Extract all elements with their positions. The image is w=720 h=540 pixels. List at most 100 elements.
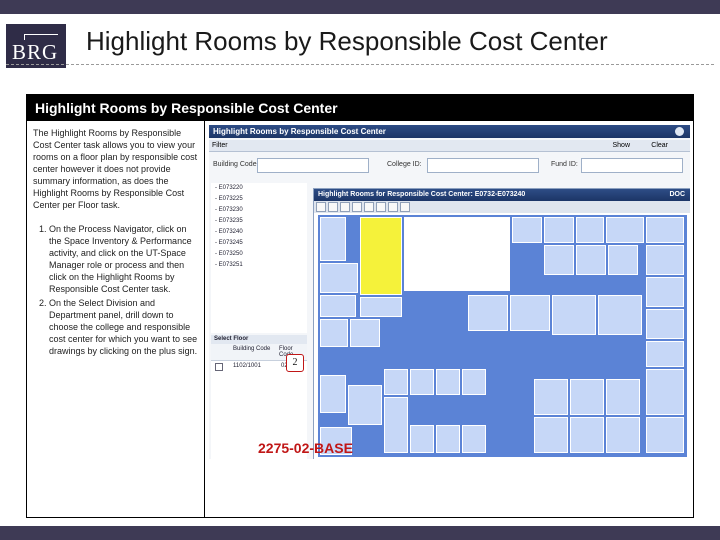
room[interactable]: [576, 217, 604, 243]
room[interactable]: [350, 319, 380, 347]
floor-plan-window: Highlight Rooms for Responsible Cost Cen…: [313, 188, 690, 459]
column-divider: [204, 121, 205, 517]
room[interactable]: [360, 297, 402, 317]
title-divider: [6, 64, 714, 65]
fit-icon[interactable]: [376, 202, 386, 212]
room[interactable]: [384, 369, 408, 395]
building-label: Building Code:: [213, 161, 259, 168]
room[interactable]: [534, 417, 568, 453]
room[interactable]: [462, 425, 486, 453]
drawing-toolbar: [314, 201, 690, 213]
help-icon[interactable]: [675, 127, 684, 136]
tree-item[interactable]: - E073225: [215, 194, 307, 205]
floor-row-building: 1102/1001: [233, 363, 261, 369]
room[interactable]: [606, 417, 640, 453]
slide-top-bar: [0, 0, 720, 14]
step-callout: 2: [286, 354, 304, 372]
filter-bar: Filter Show Clear: [209, 140, 690, 152]
room[interactable]: [510, 295, 550, 331]
room[interactable]: [436, 425, 460, 453]
row-checkbox[interactable]: [215, 363, 223, 371]
layers-icon[interactable]: [400, 202, 410, 212]
room[interactable]: [544, 217, 574, 243]
tree-item[interactable]: - E073230: [215, 205, 307, 216]
floor-plan-title: Highlight Rooms for Responsible Cost Cen…: [318, 191, 526, 198]
app-screenshot: Highlight Rooms by Responsible Cost Cent…: [209, 125, 690, 459]
tree-item[interactable]: - E073240: [215, 227, 307, 238]
tree-item[interactable]: - E073250: [215, 249, 307, 260]
floor-plan-drawing: [318, 215, 687, 457]
room[interactable]: [646, 417, 684, 453]
app-title: Highlight Rooms by Responsible Cost Cent…: [213, 127, 386, 136]
show-button[interactable]: Show: [612, 140, 630, 152]
room[interactable]: [320, 263, 358, 293]
filter-fields: Building Code: College ID: Fund ID:: [211, 158, 688, 173]
room[interactable]: [320, 319, 348, 347]
room[interactable]: [646, 277, 684, 307]
zoom-window-icon[interactable]: [352, 202, 362, 212]
select-floor-label: Select Floor: [211, 335, 307, 344]
college-field[interactable]: [427, 158, 539, 173]
drawing-name: 2275-02-BASE: [258, 440, 353, 456]
instructions: The Highlight Rooms by Responsible Cost …: [33, 127, 199, 359]
room[interactable]: [320, 375, 346, 413]
room[interactable]: [384, 397, 408, 453]
room[interactable]: [320, 217, 346, 261]
cost-center-tree: - E073220 - E073225 - E073230 - E073235 …: [211, 183, 307, 333]
content-frame: Highlight Rooms by Responsible Cost Cent…: [26, 94, 694, 518]
room[interactable]: [646, 341, 684, 367]
room[interactable]: [348, 385, 382, 425]
college-label: College ID:: [387, 161, 422, 168]
slide-title: Highlight Rooms by Responsible Cost Cent…: [86, 26, 608, 56]
corridor: [404, 217, 510, 291]
room[interactable]: [598, 295, 642, 335]
room[interactable]: [646, 245, 684, 275]
intro-text: The Highlight Rooms by Responsible Cost …: [33, 128, 198, 210]
room[interactable]: [534, 379, 568, 415]
room-highlighted[interactable]: [360, 217, 402, 295]
room[interactable]: [462, 369, 486, 395]
panel-heading: Highlight Rooms by Responsible Cost Cent…: [27, 95, 693, 121]
filter-label: Filter: [212, 142, 228, 149]
room[interactable]: [468, 295, 508, 331]
room[interactable]: [544, 245, 574, 275]
tree-item[interactable]: - E073251: [215, 260, 307, 271]
room[interactable]: [646, 369, 684, 415]
room[interactable]: [410, 369, 434, 395]
step-2: On the Select Division and Department pa…: [49, 297, 199, 357]
zoom-in-icon[interactable]: [328, 202, 338, 212]
room[interactable]: [646, 309, 684, 339]
col-building: Building Code: [233, 346, 271, 352]
tree-item[interactable]: - E073235: [215, 216, 307, 227]
room[interactable]: [436, 369, 460, 395]
app-title-bar: Highlight Rooms by Responsible Cost Cent…: [209, 125, 690, 138]
step-1: On the Process Navigator, click on the S…: [49, 223, 199, 295]
room[interactable]: [410, 425, 434, 453]
room[interactable]: [608, 245, 638, 275]
steps-list: On the Process Navigator, click on the S…: [33, 223, 199, 357]
room[interactable]: [570, 379, 604, 415]
building-field[interactable]: [257, 158, 369, 173]
tree-item[interactable]: - E073220: [215, 183, 307, 194]
brg-logo: BRG: [6, 24, 66, 68]
room[interactable]: [606, 217, 644, 243]
room[interactable]: [606, 379, 640, 415]
room[interactable]: [552, 295, 596, 335]
fund-label: Fund ID:: [551, 161, 578, 168]
room[interactable]: [320, 295, 356, 317]
logo-text: BRG: [12, 40, 59, 64]
room[interactable]: [512, 217, 542, 243]
floor-plan-title-bar: Highlight Rooms for Responsible Cost Cen…: [314, 189, 690, 201]
slide-bottom-bar: [0, 526, 720, 540]
tree-item[interactable]: - E073245: [215, 238, 307, 249]
zoom-out-icon[interactable]: [340, 202, 350, 212]
room[interactable]: [576, 245, 606, 275]
doc-button[interactable]: DOC: [669, 189, 685, 201]
room[interactable]: [570, 417, 604, 453]
fund-field[interactable]: [581, 158, 683, 173]
print-icon[interactable]: [388, 202, 398, 212]
room[interactable]: [646, 217, 684, 243]
clear-button[interactable]: Clear: [651, 140, 668, 152]
select-tool-icon[interactable]: [316, 202, 326, 212]
pan-icon[interactable]: [364, 202, 374, 212]
